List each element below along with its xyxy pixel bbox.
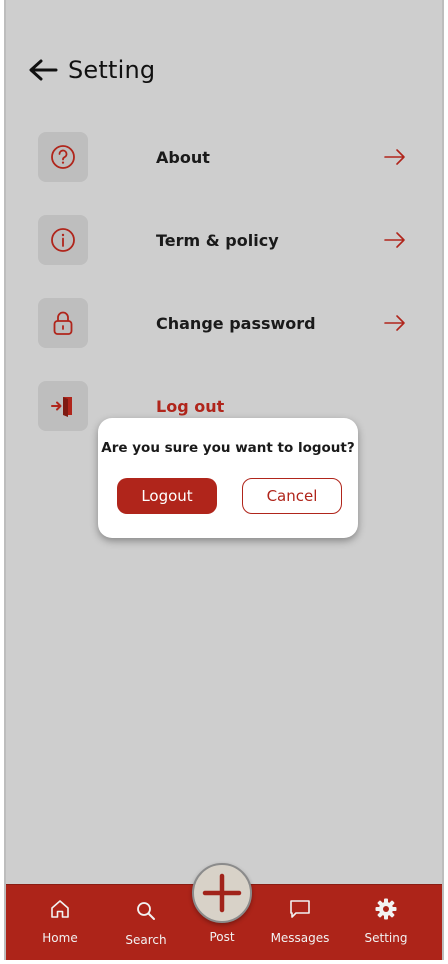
settings-item-label: Log out (156, 396, 225, 416)
lock-icon (53, 311, 73, 335)
settings-item-about[interactable]: About (38, 132, 408, 182)
arrow-right-icon (384, 149, 405, 165)
nav-messages[interactable]: Messages (260, 893, 340, 945)
cancel-button[interactable]: Cancel (242, 478, 342, 514)
info-icon (51, 228, 75, 252)
bottom-nav: Home Search Post Messages Setting (6, 863, 442, 960)
nav-search[interactable]: Search (106, 895, 186, 947)
arrow-right-icon (384, 315, 405, 331)
page-title: Setting (68, 56, 156, 84)
arrow-right-icon (384, 232, 405, 248)
dialog-message: Are you sure you want to logout? (101, 440, 355, 456)
post-button[interactable] (192, 863, 252, 923)
row-icon-container (38, 215, 88, 265)
nav-setting[interactable]: Setting (346, 893, 426, 945)
confirm-logout-button[interactable]: Logout (117, 478, 217, 514)
message-icon (290, 900, 310, 918)
arrow-left-icon (29, 59, 58, 81)
settings-item-change-password[interactable]: Change password (38, 298, 408, 348)
logout-icon (51, 397, 72, 417)
settings-item-label: About (156, 147, 210, 167)
question-icon (51, 145, 75, 169)
settings-item-label: Change password (156, 313, 316, 333)
settings-item-terms[interactable]: Term & policy (38, 215, 408, 265)
search-icon (137, 902, 155, 920)
settings-item-label: Term & policy (156, 230, 279, 250)
row-icon-container (38, 381, 88, 431)
plus-icon (202, 873, 242, 913)
nav-home[interactable]: Home (20, 893, 100, 945)
nav-label: Setting (364, 931, 408, 945)
logout-confirm-dialog: Are you sure you want to logout? Logout … (98, 418, 358, 538)
row-icon-container (38, 298, 88, 348)
nav-label: Messages (270, 931, 330, 945)
gear-icon (375, 898, 397, 920)
header: Setting (26, 52, 155, 88)
nav-label: Search (125, 933, 167, 947)
nav-label: Home (42, 931, 78, 945)
nav-label-post: Post (209, 930, 235, 944)
back-button[interactable] (26, 53, 60, 87)
screen: Setting About Term & policy Change passw… (4, 0, 444, 960)
settings-list: About Term & policy Change password Log … (38, 132, 408, 464)
home-icon (51, 900, 69, 918)
row-icon-container (38, 132, 88, 182)
